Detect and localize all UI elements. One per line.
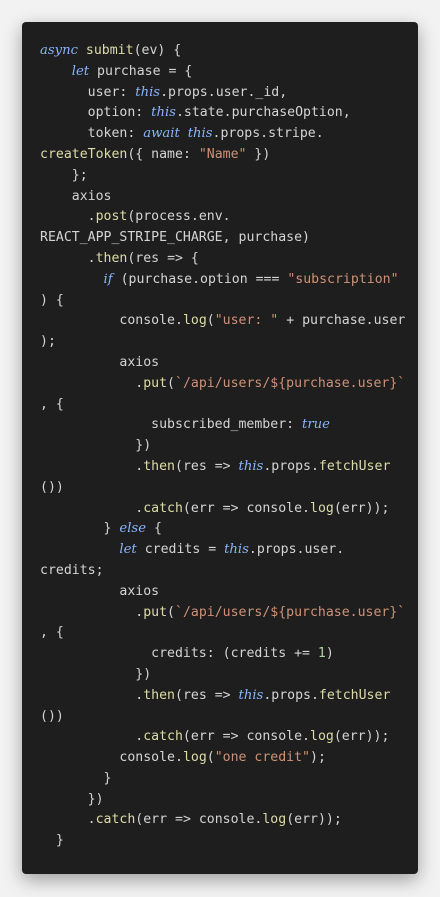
code-line: .post(process.env. — [40, 209, 231, 225]
code-line: .catch(err => console.log(err)); — [40, 500, 390, 516]
code-line: token: await this.props.stripe. — [87, 126, 324, 142]
code-line: let credits = this.props.user. — [119, 542, 345, 558]
code-line: credits; — [40, 562, 104, 578]
code-line: let purchase = { — [71, 63, 193, 79]
code-line: } — [40, 770, 112, 786]
code-line: REACT_APP_STRIPE_CHARGE, purchase) — [40, 230, 310, 246]
code-line: .put(`/api/users/${purchase.user}` — [40, 604, 406, 620]
code-line: credits: (credits += 1) — [151, 646, 334, 662]
code-line: .put(`/api/users/${purchase.user}` — [40, 375, 406, 391]
code-line: console.log("user: " + purchase.user — [119, 313, 406, 329]
code-block: async submit(ev) { let purchase = { user… — [40, 41, 418, 852]
code-line: ) { — [40, 292, 64, 308]
code-line: ()) — [40, 708, 64, 724]
code-line: .then(res => this.props.fetchUser — [40, 687, 391, 703]
code-snippet-card: async submit(ev) { let purchase = { user… — [22, 22, 418, 874]
code-line: } else { — [40, 521, 162, 537]
code-line: , { — [40, 625, 64, 641]
code-line: console.log("one credit"); — [119, 750, 326, 766]
code-line: if (purchase.option === "subscription" — [103, 271, 399, 287]
code-line: async submit(ev) { — [40, 43, 182, 58]
code-line: .catch(err => console.log(err)); — [40, 729, 390, 745]
code-line: .catch(err => console.log(err)); — [40, 812, 342, 828]
code-line: }) — [40, 666, 152, 682]
code-line: axios — [71, 188, 112, 204]
code-line: user: this.props.user._id, — [87, 84, 288, 100]
code-line: createToken({ name: "Name" }) — [40, 146, 271, 162]
code-line: ()) — [40, 479, 64, 495]
code-line: .then(res => { — [40, 250, 199, 266]
code-line: axios — [119, 354, 160, 370]
code-line: }) — [40, 438, 152, 454]
code-line: } — [40, 833, 64, 849]
code-line: ); — [40, 334, 56, 350]
code-line: .then(res => this.props.fetchUser — [40, 458, 391, 474]
code-line: axios — [119, 583, 160, 599]
code-line: }; — [40, 167, 88, 183]
code-line: subscribed_member: true — [151, 417, 330, 433]
code-line: option: this.state.purchaseOption, — [87, 105, 351, 121]
code-line: , { — [40, 396, 64, 412]
code-line: }) — [40, 791, 104, 807]
